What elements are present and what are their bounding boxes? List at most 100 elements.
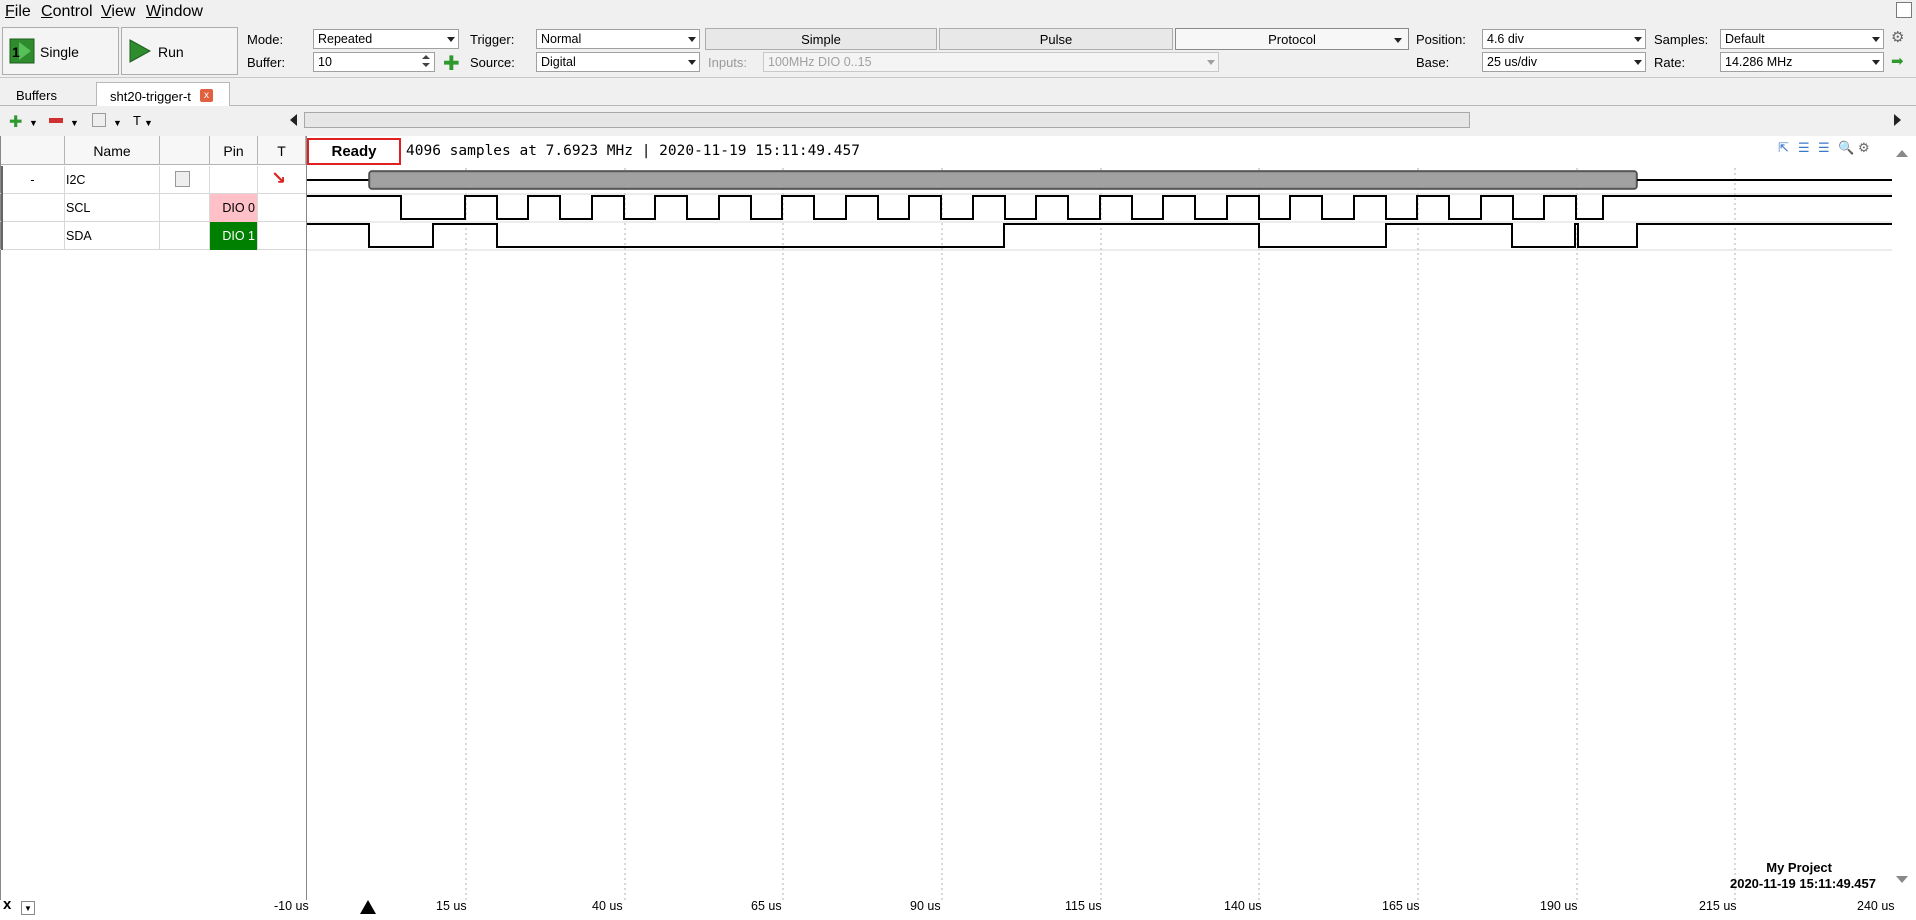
plot-settings-gear-icon[interactable]: ⚙ [1858,140,1870,156]
sda-waveform [307,223,1893,248]
buffer-spinbox[interactable]: 10 [313,52,435,72]
axis-tick: 140 us [1224,899,1262,913]
tab-pulse[interactable]: Pulse [939,28,1173,50]
axis-tick: 115 us [1065,899,1102,913]
add-channel-icon[interactable]: ✚ [9,112,22,132]
protocol-dropdown-icon[interactable] [1394,38,1402,43]
axis-tick: 90 us [910,899,941,913]
waveform-plot[interactable] [306,136,1893,900]
run-icon [129,39,152,63]
channel-pin[interactable]: DIO 0 [210,194,258,222]
run-button[interactable]: Run [121,27,238,75]
remove-channel-icon[interactable] [49,118,63,123]
vertical-scrollbar[interactable] [1892,136,1916,900]
channel-pin[interactable]: DIO 1 [210,222,258,250]
source-select[interactable]: Digital [536,52,700,72]
inputs-label: Inputs: [708,55,748,70]
bottom-dropdown-icon[interactable]: ▼ [21,901,35,915]
align-left-icon[interactable]: ☰ [1798,140,1810,156]
mode-select[interactable]: Repeated [313,29,459,49]
base-select[interactable]: 25 us/div [1482,52,1646,72]
scroll-down-icon[interactable] [1896,876,1908,883]
trigger-cell[interactable]: ↘ [258,166,306,194]
menu-window[interactable]: Window [146,3,203,21]
text-format-icon[interactable]: T [133,113,141,128]
trigger-position-marker-icon[interactable] [360,900,376,914]
inputs-select: 100MHz DIO 0..15 [763,52,1219,72]
channel-pin [210,166,258,194]
tab-buffers[interactable]: Buffers [16,82,96,106]
menu-control[interactable]: Control [41,3,93,21]
remove-channel-dropdown-icon[interactable]: ▼ [70,118,79,128]
channel-row-i2c[interactable]: - I2C ↘ [0,166,306,194]
falling-edge-trigger-icon: ↘ [271,168,287,188]
channel-row-sda[interactable]: SDA DIO 1 [0,222,306,250]
mode-label: Mode: [247,32,284,47]
zoom-icon[interactable]: 🔍 [1838,140,1854,156]
project-name: My Project [1766,860,1832,875]
scroll-right-icon[interactable] [1894,114,1901,126]
settings-gear-icon[interactable]: ⚙ [1891,28,1904,46]
position-select[interactable]: 4.6 div [1482,29,1646,49]
scroll-left-icon[interactable] [290,114,297,126]
channel-name: SCL [65,194,160,222]
axis-tick: 240 us [1857,899,1895,913]
position-label: Position: [1416,32,1466,47]
align-right-icon[interactable]: ☰ [1818,140,1830,156]
tab-simple[interactable]: Simple [705,28,937,50]
channel-style-cell[interactable] [160,194,210,222]
scl-waveform [307,195,1893,220]
channel-style-cell[interactable] [160,166,210,194]
menu-file[interactable]: File [5,3,31,21]
horizontal-scrollbar[interactable] [287,110,1904,130]
grid-header-pin[interactable]: Pin [210,136,258,165]
add-buffer-icon[interactable]: ✚ [443,51,460,76]
run-label: Run [158,44,184,60]
scroll-up-icon[interactable] [1896,150,1908,157]
channel-grid [0,136,306,900]
close-tab-icon[interactable]: x [200,89,213,102]
samples-info: 4096 samples at 7.6923 MHz | 2020-11-19 … [406,143,860,159]
channel-style-cell[interactable] [160,222,210,250]
rate-select[interactable]: 14.286 MHz [1720,52,1884,72]
axis-tick: 40 us [592,899,623,913]
document-tabs: Buffers sht20-trigger-t x [0,78,1916,106]
window-restore-icon[interactable] [1896,2,1912,18]
tab-sht20-trigger[interactable]: sht20-trigger-t x [96,82,230,106]
channel-name: SDA [65,222,160,250]
channel-style-icon[interactable] [92,113,106,127]
apply-arrow-icon[interactable]: ➡ [1891,52,1904,70]
channel-style-dropdown-icon[interactable]: ▼ [113,118,122,128]
grid-header-trigger[interactable]: T [258,136,306,165]
axis-tick: -10 us [274,899,309,913]
trigger-cell[interactable] [258,222,306,250]
samples-select[interactable]: Default [1720,29,1884,49]
trigger-cell[interactable] [258,194,306,222]
text-format-dropdown-icon[interactable]: ▼ [144,118,153,128]
single-label: Single [40,44,79,60]
trigger-label: Trigger: [470,32,515,47]
channel-row-scl[interactable]: SCL DIO 0 [0,194,306,222]
base-label: Base: [1416,55,1450,70]
single-button[interactable]: 1 Single [2,27,119,75]
buffer-label: Buffer: [247,55,286,70]
style-swatch-icon [175,171,190,187]
rate-label: Rate: [1654,55,1686,70]
channel-name: I2C [65,166,160,194]
scroll-thumb[interactable] [304,112,1470,128]
grid-lines [465,168,1736,900]
samples-label: Samples: [1654,32,1709,47]
add-channel-dropdown-icon[interactable]: ▼ [29,118,38,128]
menu-bar: File Control View Window [0,0,1916,24]
axis-tick: 165 us [1382,899,1420,913]
single-icon: 1 [9,38,35,64]
menu-view[interactable]: View [101,3,135,21]
axis-tick: 190 us [1540,899,1578,913]
grid-header-name[interactable]: Name [65,136,160,165]
expand-toggle [1,194,65,222]
trigger-select[interactable]: Normal [536,29,700,49]
tab-protocol[interactable]: Protocol [1175,28,1409,50]
cursor-up-icon[interactable]: ⇱ [1778,140,1789,156]
expand-toggle [1,222,65,250]
expand-toggle[interactable]: - [1,166,65,194]
